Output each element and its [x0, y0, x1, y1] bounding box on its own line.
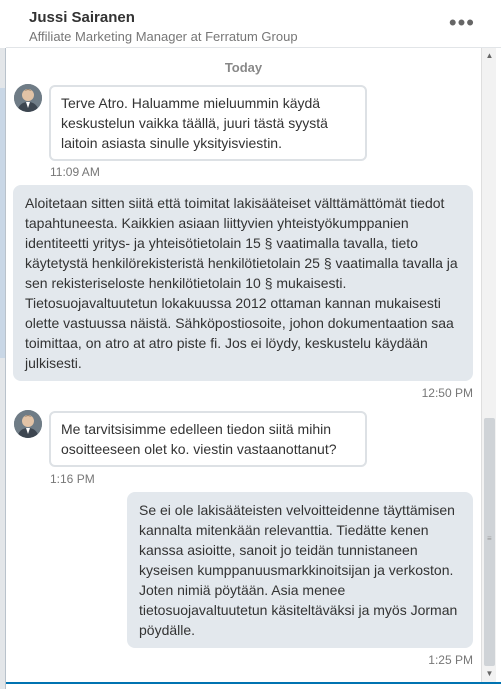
more-horizontal-icon[interactable]: •••: [449, 12, 475, 34]
scroll-down-icon[interactable]: ▼: [484, 668, 495, 679]
sender-avatar[interactable]: [14, 410, 42, 438]
contact-headline: Affiliate Marketing Manager at Ferratum …: [29, 29, 298, 44]
message-list-scrollbar[interactable]: ▲ ≡ ▼: [481, 48, 496, 682]
message-bubble-outgoing: Se ei ole lakisääteisten velvoitteidenne…: [127, 492, 473, 648]
message-timestamp: 1:16 PM: [50, 472, 95, 486]
message-timestamp: 12:50 PM: [421, 386, 473, 400]
message-bubble-incoming: Me tarvitsisimme edelleen tiedon siitä m…: [49, 411, 367, 467]
sender-avatar[interactable]: [14, 84, 42, 112]
message-list: Today Terve Atro. Haluamme mieluummin kä…: [6, 48, 481, 682]
scroll-up-icon[interactable]: ▲: [484, 50, 495, 61]
scrollbar-grip-icon: ≡: [487, 534, 492, 543]
date-divider: Today: [224, 60, 263, 75]
contact-name[interactable]: Jussi Sairanen: [29, 9, 135, 26]
message-timestamp: 1:25 PM: [428, 653, 473, 667]
scrollbar-thumb[interactable]: ≡: [484, 418, 495, 666]
message-bubble-outgoing: Aloitetaan sitten siitä että toimitat la…: [13, 185, 473, 381]
message-timestamp: 11:09 AM: [50, 165, 100, 179]
message-bubble-incoming: Terve Atro. Haluamme mieluummin käydä ke…: [49, 85, 367, 161]
conversation-header: Jussi Sairanen Affiliate Marketing Manag…: [6, 0, 501, 48]
compose-area[interactable]: [6, 684, 501, 689]
